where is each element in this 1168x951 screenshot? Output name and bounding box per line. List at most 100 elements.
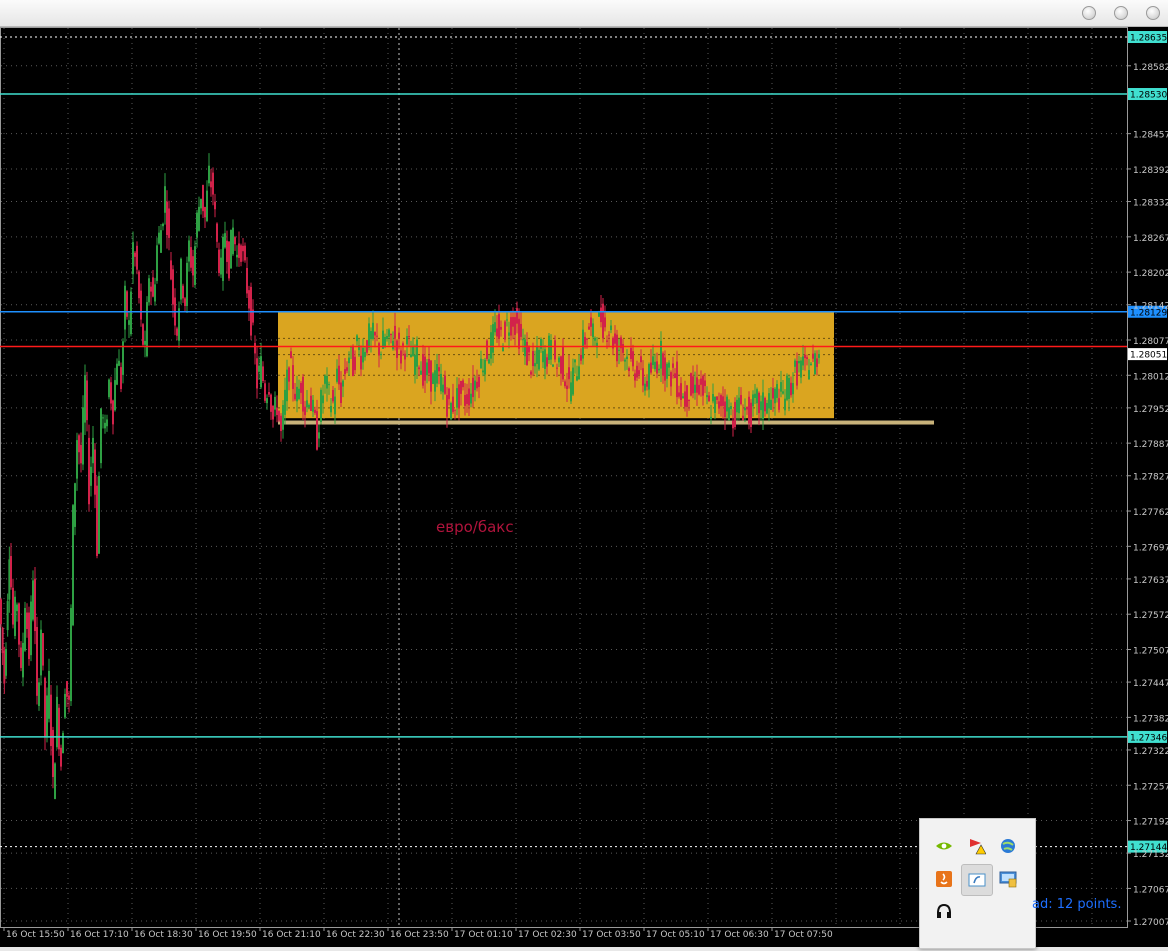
candle-body: [706, 395, 708, 398]
price-tick-label: 1.27637: [1133, 576, 1168, 586]
java-icon[interactable]: [931, 866, 957, 892]
price-tick-label: 1.27382: [1133, 714, 1168, 724]
candle-body: [120, 367, 122, 390]
candle-body: [232, 227, 234, 255]
candle-body: [734, 401, 736, 428]
candle-body: [154, 284, 156, 302]
candle-body: [682, 396, 684, 399]
candle-body: [124, 285, 126, 330]
candle-body: [326, 375, 328, 389]
candle-body: [568, 367, 570, 380]
candle-body: [454, 409, 456, 411]
candle-body: [672, 363, 674, 368]
candle-body: [244, 245, 246, 261]
candle-body: [332, 389, 334, 402]
candle-body: [64, 693, 66, 718]
candle-body: [480, 358, 482, 369]
candle-body: [696, 377, 698, 393]
price-level-label: 1.28635: [1130, 34, 1167, 44]
candle-body: [80, 444, 82, 464]
candle-body: [700, 378, 702, 385]
maximize-button[interactable]: [1114, 6, 1128, 20]
candle-body: [664, 357, 666, 381]
price-tick-label: 1.28077: [1133, 337, 1168, 347]
time-tick-label: 16 Oct 15:50: [6, 930, 65, 940]
candle-body: [650, 362, 652, 373]
candle-body: [20, 647, 22, 668]
price-chart[interactable]: 1.28635 1.28530 1.28129 1.28051 1.27346 1.271…: [0, 27, 1168, 947]
candle-body: [148, 278, 150, 303]
candle-body: [268, 392, 270, 395]
candle-body: [302, 376, 304, 412]
warning-flag-icon[interactable]: [963, 833, 989, 859]
candle-body: [212, 172, 214, 195]
candle-body: [412, 346, 414, 356]
utility-window-icon[interactable]: [961, 864, 993, 896]
display-settings-icon[interactable]: [995, 866, 1021, 892]
candle-body: [800, 360, 802, 378]
minimize-button[interactable]: [1082, 6, 1096, 20]
candle-body: [394, 325, 396, 339]
network-globe-icon[interactable]: [995, 833, 1021, 859]
candle-body: [784, 398, 786, 411]
candle-body: [562, 346, 564, 380]
candle-body: [632, 351, 634, 367]
headset-icon[interactable]: [931, 898, 957, 924]
candle-body: [676, 361, 678, 398]
candle-body: [618, 349, 620, 351]
candle-body: [432, 373, 434, 384]
candle-body: [724, 401, 726, 418]
close-button[interactable]: [1146, 6, 1160, 20]
candle-body: [340, 382, 342, 403]
candle-body: [270, 394, 272, 412]
time-tick-label: 17 Oct 06:30: [710, 930, 769, 940]
candle-body: [416, 339, 418, 367]
candle-body: [172, 269, 174, 305]
candle-body: [698, 384, 700, 395]
candle-body: [770, 399, 772, 410]
price-tick-label: 1.27887: [1133, 440, 1168, 450]
candle-body: [348, 357, 350, 364]
candle-body: [658, 368, 660, 371]
candle-body: [806, 357, 808, 360]
candle-body: [436, 363, 438, 384]
candle-body: [592, 323, 594, 338]
candle-body: [126, 291, 128, 317]
candle-body: [748, 396, 750, 424]
candle-body: [36, 626, 38, 696]
candle-body: [652, 356, 654, 366]
candle-body: [56, 696, 58, 748]
candle-body: [448, 388, 450, 400]
candle-body: [494, 322, 496, 333]
candle-body: [624, 359, 626, 362]
candle-body: [684, 391, 686, 407]
candle-body: [398, 332, 400, 339]
candle-body: [260, 356, 262, 388]
price-tick-label: 1.28202: [1133, 269, 1168, 279]
candle-body: [466, 394, 468, 404]
candle-body: [428, 358, 430, 374]
candle-body: [102, 417, 104, 419]
candle-body: [82, 407, 84, 465]
candle-body: [470, 393, 472, 404]
nvidia-icon[interactable]: [931, 833, 957, 859]
candle-body: [726, 396, 728, 412]
candle-body: [296, 386, 298, 402]
candle-body: [588, 326, 590, 330]
chart-canvas[interactable]: 1.286351.285301.281291.280511.273461.271…: [0, 27, 1168, 947]
candle-body: [816, 358, 818, 367]
candle-body: [374, 332, 376, 336]
candle-body: [246, 268, 248, 294]
price-tick-label: 1.28012: [1133, 372, 1168, 382]
candle-body: [286, 369, 288, 402]
candle-body: [472, 377, 474, 398]
candle-body: [536, 345, 538, 364]
candle-body: [782, 391, 784, 394]
candle-body: [584, 336, 586, 345]
time-tick-label: 16 Oct 17:10: [70, 930, 129, 940]
price-tick-label: 1.27257: [1133, 782, 1168, 792]
price-tick-label: 1.27322: [1133, 747, 1168, 757]
candle-body: [628, 368, 630, 372]
candle-body: [24, 607, 26, 651]
candle-body: [450, 403, 452, 420]
